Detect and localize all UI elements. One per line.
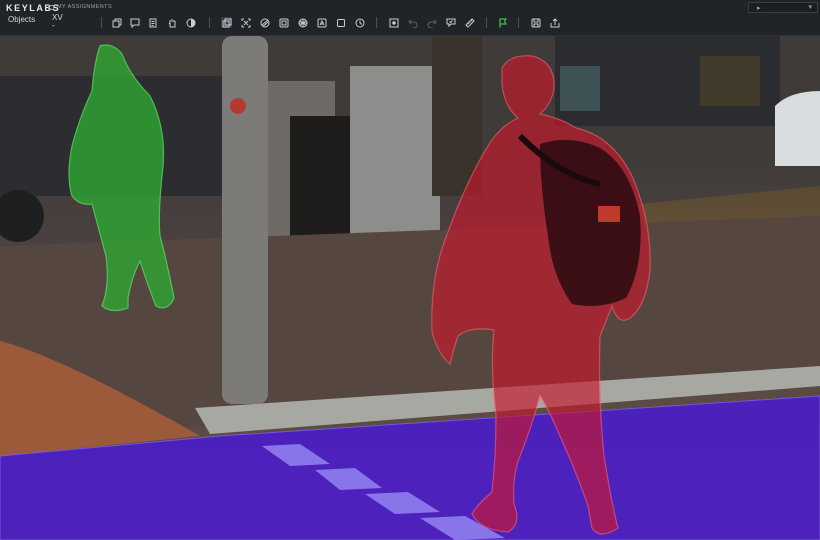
transform-icon[interactable] xyxy=(240,17,251,28)
save-icon[interactable] xyxy=(530,17,541,28)
car-wheel xyxy=(0,190,44,242)
ruler-icon[interactable] xyxy=(464,17,475,28)
my-assignments-link[interactable]: MY ASSIGNMENTS xyxy=(48,4,112,10)
backpack-patch xyxy=(598,206,620,222)
toolbar-divider xyxy=(486,17,487,28)
export-icon[interactable] xyxy=(549,17,560,28)
toolbar-divider xyxy=(101,17,102,28)
scene-photo xyxy=(0,36,820,540)
select-icon[interactable] xyxy=(221,17,232,28)
timer-icon[interactable] xyxy=(354,17,365,28)
ai-select-icon[interactable] xyxy=(316,17,327,28)
pole-sign xyxy=(230,98,246,114)
top-toolbar: KEYLABS MY ASSIGNMENTS Objects XV - ▸ ▾ xyxy=(0,0,820,36)
redo-icon[interactable] xyxy=(426,17,437,28)
like-icon[interactable] xyxy=(445,17,456,28)
my-assignments-label: MY ASSIGNMENTS xyxy=(57,4,113,10)
hand-icon[interactable] xyxy=(166,17,177,28)
mask-icon[interactable] xyxy=(297,17,308,28)
frame-icon[interactable] xyxy=(388,17,399,28)
white-car xyxy=(775,91,820,166)
assignments-icon xyxy=(48,4,54,10)
document-icon[interactable] xyxy=(147,17,158,28)
utility-box xyxy=(350,66,440,246)
volume-icon: ▸ xyxy=(757,5,761,12)
annotation-canvas[interactable] xyxy=(0,36,820,540)
window-light xyxy=(560,66,600,111)
copy-icon[interactable] xyxy=(111,17,122,28)
objects-tab[interactable]: Objects xyxy=(8,15,35,24)
box-icon[interactable] xyxy=(335,17,346,28)
undo-icon[interactable] xyxy=(407,17,418,28)
xv-selector[interactable]: XV - xyxy=(52,14,63,30)
brush-icon[interactable] xyxy=(259,17,270,28)
lamp-pole xyxy=(222,36,268,404)
xv-value: - xyxy=(52,21,55,30)
flag-icon[interactable] xyxy=(497,17,508,28)
toolbar-divider xyxy=(376,17,377,28)
toolbar-divider xyxy=(518,17,519,28)
toolbar-divider xyxy=(209,17,210,28)
window-light xyxy=(700,56,760,106)
comment-icon[interactable] xyxy=(129,17,140,28)
audio-dropdown[interactable]: ▸ ▾ xyxy=(748,2,818,13)
polygon-icon[interactable] xyxy=(278,17,289,28)
chevron-down-icon: ▾ xyxy=(808,4,812,11)
contrast-icon[interactable] xyxy=(185,17,196,28)
